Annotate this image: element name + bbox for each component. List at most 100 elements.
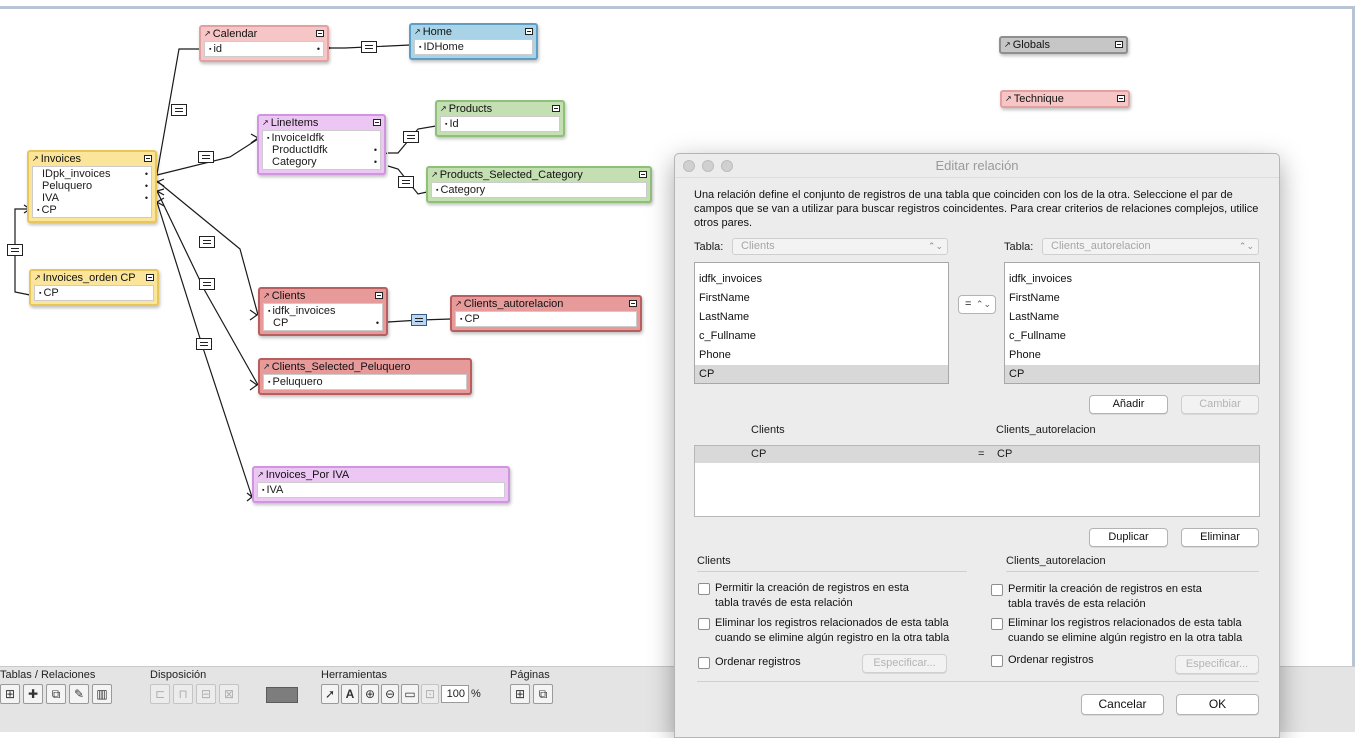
table-clients[interactable]: ↗ Clients ▪ idfk_invoices CP • [258,287,388,336]
table-lineitems[interactable]: ↗ LineItems ▪ InvoiceIdfk ProductIdfk • Cat… [257,114,386,175]
zoom-level-input[interactable]: 100 [441,685,469,703]
duplicate-button[interactable]: Duplicar [1089,528,1168,547]
table-header[interactable]: ↗ LineItems [259,116,384,130]
table-header[interactable]: ↗ Technique [1002,92,1128,106]
relationship-operator-invoices-calendar[interactable] [171,104,187,116]
table-clients-autorelacion[interactable]: ↗ Clients_autorelacion ▪ CP [450,295,642,332]
table-field[interactable]: ▪ IVA [262,484,500,496]
expand-table-icon[interactable] [1117,95,1125,102]
left-table-select[interactable]: Clients ⌃⌄ [732,238,948,255]
table-home[interactable]: ↗ Home ▪ IDHome [409,23,538,60]
list-item[interactable]: Phone [1005,346,1259,365]
collapse-table-icon[interactable] [639,171,647,178]
collapse-table-icon[interactable] [525,28,533,35]
table-header[interactable]: ↗ Invoices [29,152,155,166]
add-table-icon[interactable]: ⊞ [0,684,20,704]
table-clients-selected-peluquero[interactable]: ↗ Clients_Selected_Peluquero ▪ Peluquero [258,358,472,395]
table-field[interactable]: ▪ id • [209,43,320,55]
table-header[interactable]: ↗ Clients_autorelacion [452,297,640,311]
collapse-table-icon[interactable] [629,300,637,307]
relationship-operator-calendar-home[interactable] [361,41,377,53]
right-allow-create-checkbox[interactable] [991,584,1003,596]
list-item[interactable]: idfk_invoices [1005,270,1259,289]
table-header[interactable]: ↗ Clients_Selected_Peluquero [260,360,470,374]
list-item[interactable]: LastName [1005,308,1259,327]
left-sort-checkbox[interactable] [698,657,710,669]
collapse-table-icon[interactable] [375,292,383,299]
table-header[interactable]: ↗ Clients [260,289,386,303]
change-pair-button[interactable]: Cambiar [1181,395,1259,414]
table-field[interactable]: ▪ InvoiceIdfk [267,132,376,144]
expand-table-icon[interactable] [1115,41,1123,48]
table-field[interactable]: ▪ CP [39,287,149,299]
resize-icon[interactable]: ⊠ [219,684,239,704]
table-field[interactable]: ▪ idfk_invoices [268,305,378,317]
table-field[interactable]: IVA • [37,192,148,204]
list-item[interactable]: FirstName [695,289,948,308]
table-row[interactable]: CP = CP [695,446,1259,463]
right-table-select[interactable]: Clients_autorelacion ⌃⌄ [1042,238,1259,255]
add-note-icon[interactable]: ✚ [23,684,43,704]
list-item[interactable]: idfk_invoices [695,270,948,289]
table-header[interactable]: ↗ Products_Selected_Category [428,168,650,182]
align-left-icon[interactable]: ⊏ [150,684,170,704]
relationship-operator-lineitems-productssel[interactable] [398,176,414,188]
list-item[interactable]: c_Fullname [1005,327,1259,346]
relationship-operator-clients-auto-selected[interactable] [411,314,427,326]
collapse-table-icon[interactable] [316,30,324,37]
table-field[interactable]: ▪ Peluquero [268,376,462,388]
list-item[interactable]: c_Fullname [695,327,948,346]
relationship-operator-invoices-clientspel[interactable] [199,278,215,290]
table-header[interactable]: ↗ Calendar [201,27,327,41]
left-specify-button[interactable]: Especificar... [862,654,947,673]
table-calendar[interactable]: ↗ Calendar ▪ id • [199,25,329,62]
zoom-window-icon[interactable] [721,160,733,172]
table-field[interactable]: CP • [268,317,379,329]
close-window-icon[interactable] [683,160,695,172]
left-allow-create-checkbox[interactable] [698,583,710,595]
relationship-operator-invoices-clients[interactable] [199,236,215,248]
table-globals[interactable]: ↗ Globals [999,36,1128,54]
table-technique[interactable]: ↗ Technique [1000,90,1130,108]
ok-button[interactable]: OK [1176,694,1259,715]
table-field[interactable]: ▪ Id [445,118,555,130]
right-field-list[interactable]: idfk_invoices FirstName LastName c_Fulln… [1004,262,1260,384]
table-field[interactable]: ▪ IDHome [419,41,528,53]
relationship-operator-invoices-lineitems[interactable] [198,151,214,163]
relationship-pairs-list[interactable]: CP = CP [694,445,1260,517]
table-field[interactable]: IDpk_invoices • [37,168,148,180]
list-item[interactable]: LastName [695,308,948,327]
edit-pencil-icon[interactable]: ✎ [69,684,89,704]
right-sort-checkbox[interactable] [991,655,1003,667]
zoom-out-icon[interactable]: ⊖ [381,684,399,704]
table-header[interactable]: ↗ Invoices_Por IVA [254,468,508,482]
table-invoices[interactable]: ↗ Invoices IDpk_invoices • Peluquero • IVA •… [27,150,157,223]
relationship-operator-invoices-orden[interactable] [7,244,23,256]
table-field[interactable]: ProductIdfk • [267,144,377,156]
relationship-operator-lineitems-products[interactable] [403,131,419,143]
list-item[interactable]: FirstName [1005,289,1259,308]
collapse-table-icon[interactable] [146,274,154,281]
page-grid-icon[interactable]: ⊞ [510,684,530,704]
list-item[interactable]: Phone [695,346,948,365]
table-field[interactable]: Category • [267,156,377,168]
add-pair-button[interactable]: Añadir [1089,395,1168,414]
table-header[interactable]: ↗ Invoices_orden CP [31,271,157,285]
zoom-in-icon[interactable]: ⊕ [361,684,379,704]
table-field[interactable]: ▪ CP [460,313,632,325]
relationship-operator-invoices-iva[interactable] [196,338,212,350]
cancel-button[interactable]: Cancelar [1081,694,1164,715]
collapse-table-icon[interactable] [552,105,560,112]
delete-trash-icon[interactable]: ▥ [92,684,112,704]
align-top-icon[interactable]: ⊓ [173,684,193,704]
duplicate-icon[interactable]: ⧉ [46,684,66,704]
minimize-window-icon[interactable] [702,160,714,172]
list-item-selected[interactable]: CP [695,365,948,383]
left-field-list[interactable]: idfk_invoices FirstName LastName c_Fulln… [694,262,949,384]
table-invoices-por-iva[interactable]: ↗ Invoices_Por IVA ▪ IVA [252,466,510,503]
page-setup-icon[interactable]: ⧉ [533,684,553,704]
table-products-selected-category[interactable]: ↗ Products_Selected_Category ▪ Category [426,166,652,203]
table-header[interactable]: ↗ Products [437,102,563,116]
table-field[interactable]: Peluquero • [37,180,148,192]
operator-select[interactable]: = ⌃⌄ [958,295,996,314]
